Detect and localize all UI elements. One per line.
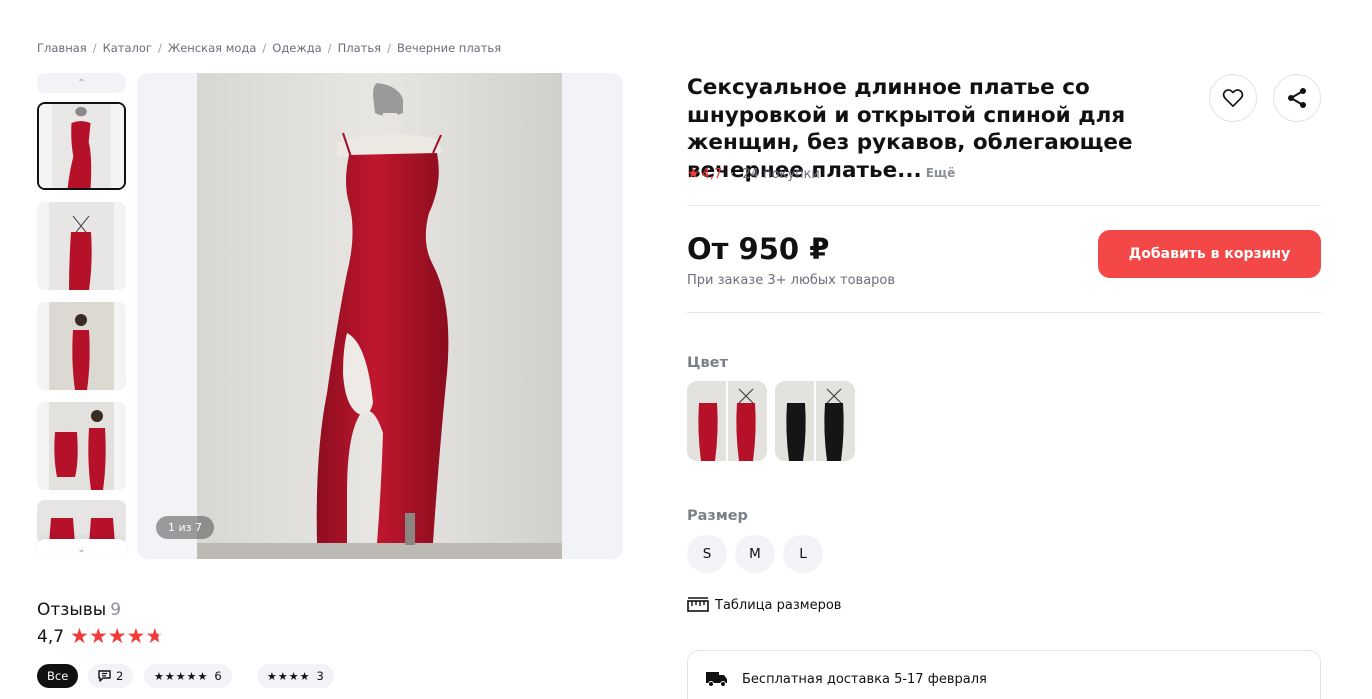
thumbnail-5[interactable] xyxy=(37,500,126,544)
comment-icon xyxy=(98,670,111,682)
star-icon: ★ xyxy=(107,624,127,648)
image-counter: 1 из 7 xyxy=(156,516,214,539)
chevron-up-icon: ⌃ xyxy=(77,77,86,89)
rating-summary[interactable]: ★ 4,7 · 24 покупки xyxy=(687,166,820,182)
size-option-s[interactable]: S xyxy=(687,535,727,573)
red-dress-swatch-icon xyxy=(687,381,767,461)
chevron-down-icon: ⌄ xyxy=(77,543,86,555)
thumbnail-strip: ⌃ ⌄ xyxy=(37,73,126,559)
model-photo-icon xyxy=(37,302,126,390)
thumbnails-up-button[interactable]: ⌃ xyxy=(37,73,126,93)
dress-photo-icon xyxy=(197,73,562,559)
share-button[interactable] xyxy=(1273,74,1321,122)
main-product-image[interactable]: 1 из 7 xyxy=(137,73,623,559)
review-filter-5-stars[interactable]: ★★★★★ 6 xyxy=(144,664,232,688)
heart-icon xyxy=(1222,89,1244,107)
separator-dot: · xyxy=(730,166,735,182)
dress-photo-icon xyxy=(39,104,124,188)
favorite-button[interactable] xyxy=(1209,74,1257,122)
reviews-count: 9 xyxy=(110,600,122,620)
thumbnail-3[interactable] xyxy=(37,302,126,390)
purchase-count: 24 покупки xyxy=(742,166,820,182)
size-option-l[interactable]: L xyxy=(783,535,823,573)
breadcrumb-evening-dresses[interactable]: Вечерние платья xyxy=(397,41,501,55)
thumbnail-2[interactable] xyxy=(37,202,126,290)
reviews-rating-value: 4,7 xyxy=(37,626,65,647)
review-filter-5-count: 6 xyxy=(214,669,222,683)
title-more-link[interactable]: Ещё xyxy=(926,166,956,180)
divider xyxy=(687,205,1321,206)
breadcrumb-home[interactable]: Главная xyxy=(37,41,87,55)
model-back-photo-icon xyxy=(37,402,126,490)
black-dress-swatch-icon xyxy=(775,381,855,461)
color-option-black[interactable] xyxy=(775,381,855,461)
five-stars-icon: ★★★★★ xyxy=(154,669,209,683)
star-icon: ★ xyxy=(687,166,700,182)
price: От 950 ₽ xyxy=(687,232,830,266)
thumbnail-1[interactable] xyxy=(37,102,126,190)
breadcrumb: Главная / Каталог / Женская мода / Одежд… xyxy=(37,41,501,55)
rating-value: 4,7 xyxy=(701,166,723,182)
reviews-title: Отзывы xyxy=(37,600,107,620)
breadcrumb-separator: / xyxy=(157,41,162,55)
dress-pair-photo-icon xyxy=(37,500,126,544)
review-filter-all-label: Все xyxy=(47,669,69,683)
thumbnails-down-button[interactable]: ⌄ xyxy=(37,539,126,559)
breadcrumb-catalog[interactable]: Каталог xyxy=(103,41,152,55)
star-icon: ★ xyxy=(70,624,89,648)
share-icon xyxy=(1288,88,1306,108)
review-filter-4-count: 3 xyxy=(316,669,324,683)
size-table-link[interactable]: Таблица размеров xyxy=(687,597,841,613)
rating-stars: ★ ★ ★ ★ ★ xyxy=(70,626,164,647)
breadcrumb-separator: / xyxy=(327,41,332,55)
breadcrumb-dresses[interactable]: Платья xyxy=(338,41,381,55)
size-option-m[interactable]: M xyxy=(735,535,775,573)
price-note: При заказе 3+ любых товаров xyxy=(687,273,896,288)
add-to-cart-button[interactable]: Добавить в корзину xyxy=(1098,230,1321,278)
review-filter-4-stars[interactable]: ★★★★ 3 xyxy=(257,664,334,688)
breadcrumb-clothing[interactable]: Одежда xyxy=(272,41,321,55)
review-filter-comments[interactable]: 2 xyxy=(88,664,134,688)
delivery-text: Бесплатная доставка 5-17 февраля xyxy=(742,671,987,687)
delivery-info: Бесплатная доставка 5-17 февраля xyxy=(687,650,1321,699)
reviews-rating: 4,7 ★ ★ ★ ★ ★ xyxy=(37,626,164,647)
breadcrumb-women-fashion[interactable]: Женская мода xyxy=(168,41,257,55)
four-stars-icon: ★★★★ xyxy=(267,669,311,683)
color-label: Цвет xyxy=(687,355,728,371)
size-label: Размер xyxy=(687,508,748,524)
size-table-label: Таблица размеров xyxy=(715,597,842,613)
breadcrumb-separator: / xyxy=(387,41,391,55)
review-filter-comments-count: 2 xyxy=(116,669,124,683)
dress-back-photo-icon xyxy=(37,202,126,290)
ruler-icon xyxy=(687,597,709,612)
breadcrumb-separator: / xyxy=(262,41,267,55)
reviews-heading: Отзывы 9 xyxy=(37,600,121,620)
thumbnail-4[interactable] xyxy=(37,402,126,490)
divider xyxy=(687,312,1321,313)
delivery-row: Бесплатная доставка 5-17 февраля xyxy=(706,671,987,687)
star-icon: ★ xyxy=(88,624,108,648)
review-filter-all[interactable]: Все xyxy=(37,664,79,688)
breadcrumb-separator: / xyxy=(92,41,97,55)
color-option-red[interactable] xyxy=(687,381,767,461)
star-half-icon: ★ xyxy=(145,624,165,648)
truck-icon xyxy=(706,672,727,687)
star-icon: ★ xyxy=(126,624,146,648)
